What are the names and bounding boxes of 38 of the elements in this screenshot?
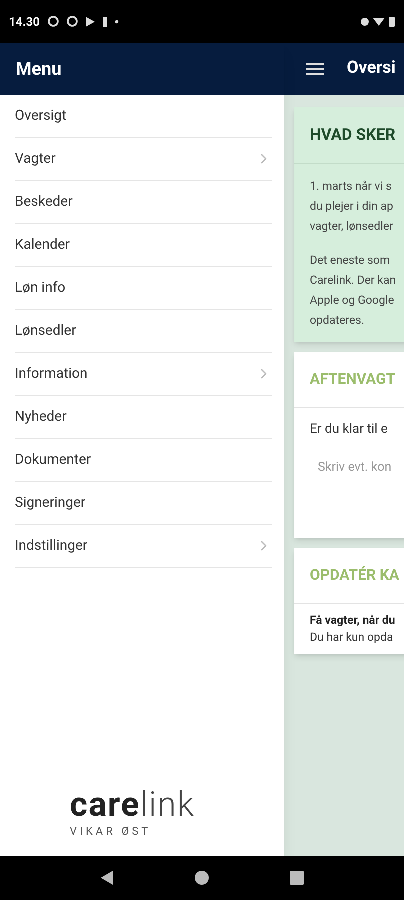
menu-item[interactable]: Kalender	[15, 224, 272, 267]
play-icon	[86, 16, 96, 26]
card-text-line: 1. marts når vi s	[310, 178, 393, 195]
card-lead-text: Få vagter, når du	[310, 612, 396, 628]
card-text-line: Det eneste som	[310, 252, 392, 269]
screen-title: Oversi	[347, 57, 396, 80]
menu-item[interactable]: Løn info	[15, 267, 272, 310]
back-icon[interactable]	[100, 871, 114, 885]
menu-item[interactable]: Dokumenter	[15, 439, 272, 482]
card-text-line: Apple og Google	[310, 292, 396, 309]
card-text-line: Carelink. Der kan	[310, 272, 398, 289]
question-text: Er du klar til e	[310, 420, 389, 438]
battery-icon	[389, 16, 395, 26]
home-icon[interactable]	[194, 871, 209, 885]
card-title: AFTENVAGT	[294, 352, 404, 408]
menu-item[interactable]: Information	[15, 353, 272, 396]
card-title: OPDATÉR KA	[294, 548, 404, 604]
card-text: Du har kun opda	[310, 628, 394, 646]
menu-item[interactable]: Signeringer	[15, 482, 272, 525]
drawer-title: Menu	[16, 58, 62, 82]
menu-item[interactable]: Nyheder	[15, 396, 272, 439]
status-time: 14.30	[9, 14, 40, 30]
logo-tagline: VIKAR ØST	[70, 824, 152, 840]
menu-item[interactable]: Beskeder	[15, 181, 272, 224]
menu-icon[interactable]	[306, 62, 324, 76]
card-text-line: du plejer i din ap	[310, 198, 394, 215]
menu-item[interactable]: Indstillinger	[15, 525, 272, 568]
overview-icon[interactable]	[290, 871, 304, 885]
wifi-icon	[373, 18, 385, 26]
ring-icon	[48, 16, 60, 27]
menu-item[interactable]: Oversigt	[15, 95, 272, 138]
card-text-line: opdateres.	[310, 312, 366, 329]
card-text-line: vagter, lønsedler	[310, 218, 394, 235]
menu-item[interactable]: Vagter	[15, 138, 272, 181]
card-title: HVAD SKER	[294, 107, 404, 164]
menu-item[interactable]: Lønsedler	[15, 310, 272, 353]
ring-icon	[67, 16, 78, 27]
carelink-logo: carelink	[70, 786, 196, 824]
